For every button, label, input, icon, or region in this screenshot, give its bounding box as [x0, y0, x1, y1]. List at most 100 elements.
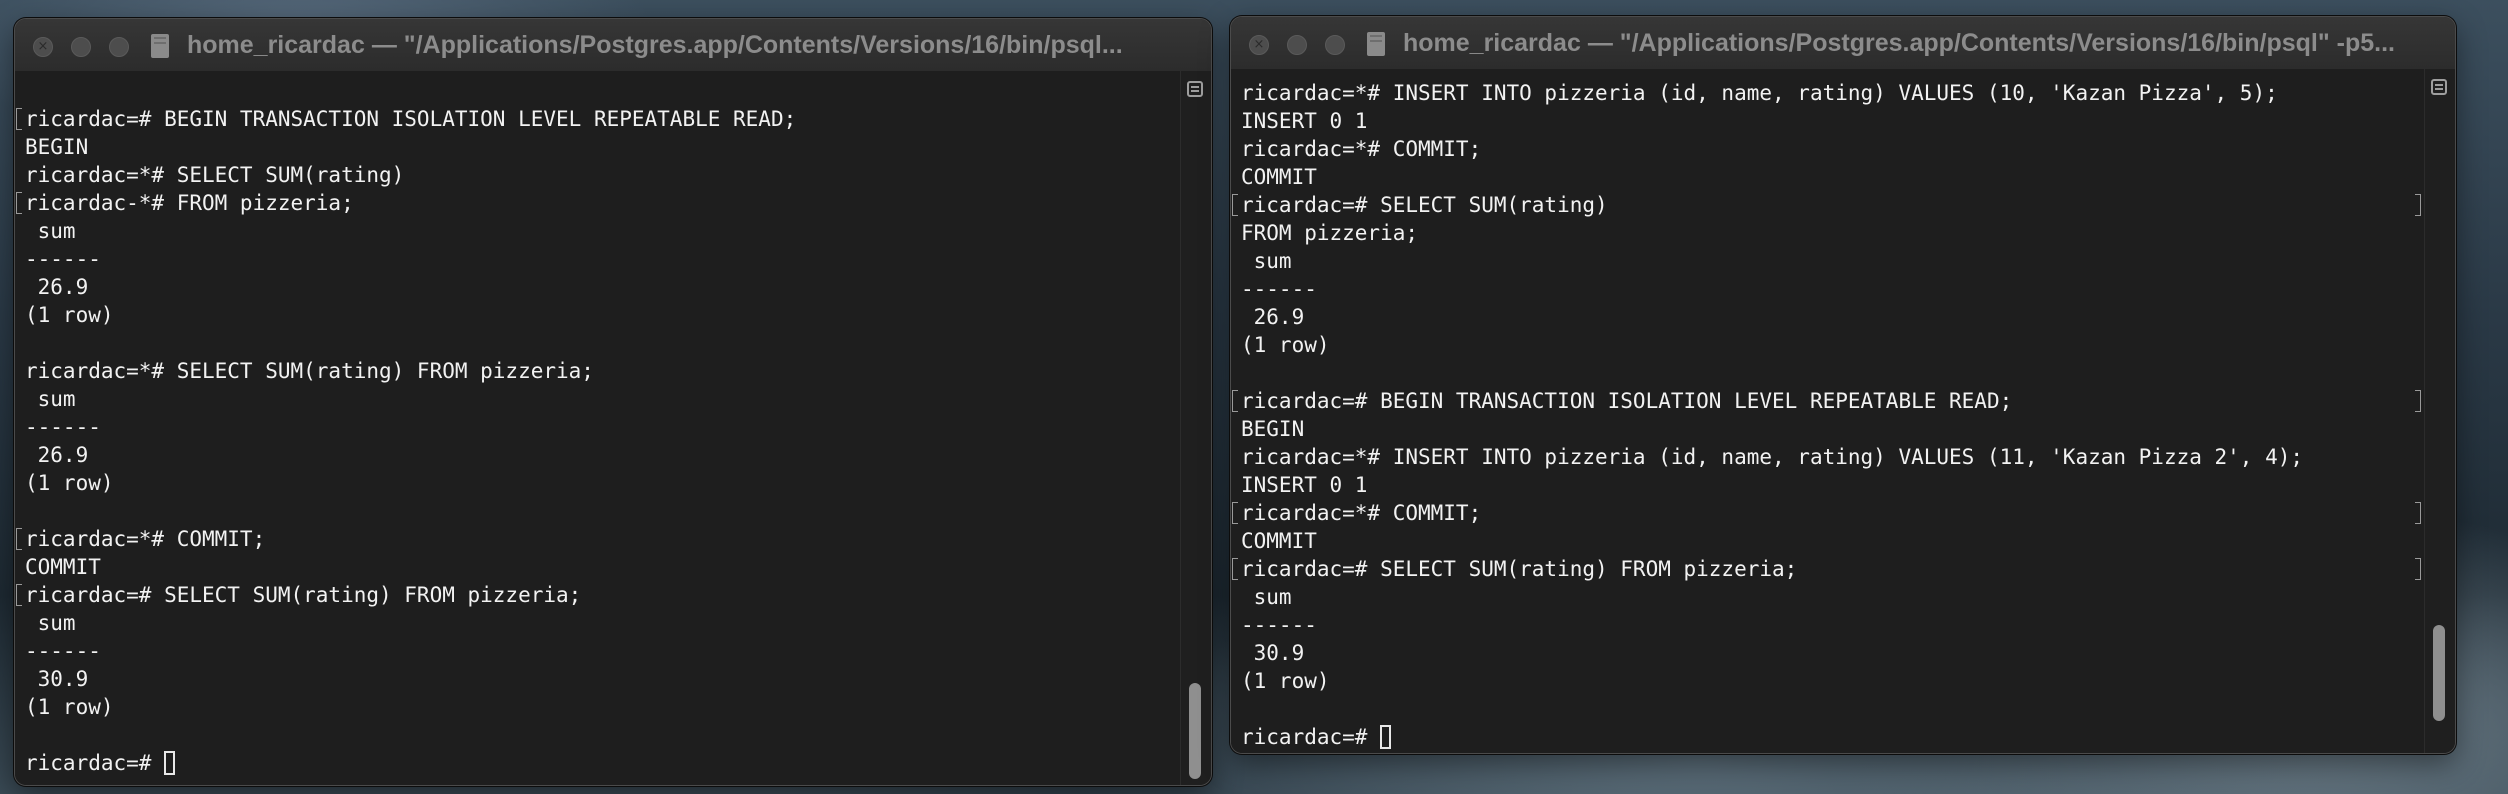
terminal-line: 26.9	[25, 273, 1181, 301]
terminal-line: (1 row)	[1241, 667, 2425, 695]
terminal-window-right[interactable]: × home_ricardac — "/Applications/Postgre…	[1230, 16, 2456, 754]
terminal-line-text: ricardac=#	[25, 751, 165, 775]
terminal-line-text: 30.9	[25, 667, 89, 691]
line-mark-end	[2415, 194, 2421, 216]
terminal-line-text: sum	[1241, 249, 1292, 273]
terminal-line-text: ricardac=*# COMMIT;	[1241, 137, 1482, 161]
scroll-menu-icon[interactable]	[2431, 79, 2447, 95]
document-icon[interactable]	[151, 34, 169, 58]
line-mark-start	[16, 584, 22, 606]
terminal-line: (1 row)	[25, 469, 1181, 497]
terminal-line-text: sum	[25, 611, 76, 635]
terminal-line-text: BEGIN	[25, 135, 89, 159]
terminal-line: ricardac=# SELECT SUM(rating)	[1241, 191, 2425, 219]
terminal-line: BEGIN	[25, 133, 1181, 161]
minimize-button[interactable]	[71, 37, 91, 57]
terminal-line: 30.9	[1241, 639, 2425, 667]
title-bar[interactable]: × home_ricardac — "/Applications/Postgre…	[1231, 17, 2455, 70]
terminal-line-text: ricardac=#	[1241, 725, 1381, 749]
terminal-line: ricardac=# BEGIN TRANSACTION ISOLATION L…	[25, 105, 1181, 133]
terminal-content[interactable]: ricardac=# BEGIN TRANSACTION ISOLATION L…	[15, 71, 1193, 785]
terminal-line: ricardac=*# COMMIT;	[1241, 499, 2425, 527]
terminal-line-text: (1 row)	[25, 303, 114, 327]
window-title: home_ricardac — "/Applications/Postgres.…	[187, 31, 1123, 59]
text-cursor	[1380, 725, 1392, 749]
terminal-line: sum	[25, 385, 1181, 413]
terminal-line-text: ------	[1241, 613, 1317, 637]
line-mark-start	[1232, 502, 1238, 524]
line-mark-end	[2415, 558, 2421, 580]
zoom-button[interactable]	[1325, 35, 1345, 55]
scrollbar-thumb[interactable]	[1189, 683, 1201, 779]
title-bar[interactable]: × home_ricardac — "/Applications/Postgre…	[15, 19, 1211, 72]
terminal-line-text: ------	[25, 247, 101, 271]
terminal-line: ------	[1241, 611, 2425, 639]
terminal-line-text: sum	[25, 387, 76, 411]
terminal-line-text: FROM pizzeria;	[1241, 221, 1419, 245]
scrollbar[interactable]	[1180, 71, 1211, 785]
document-icon[interactable]	[1367, 32, 1385, 56]
terminal-line-text: sum	[1241, 585, 1292, 609]
scroll-menu-icon[interactable]	[1187, 81, 1203, 97]
terminal-line-text: ------	[25, 415, 101, 439]
terminal-line: 26.9	[1241, 303, 2425, 331]
terminal-line-text: sum	[25, 219, 76, 243]
terminal-line: INSERT 0 1	[1241, 471, 2425, 499]
terminal-line-text: ricardac=*# COMMIT;	[1241, 501, 1482, 525]
line-mark-end	[2415, 390, 2421, 412]
terminal-line-text: ------	[25, 639, 101, 663]
scrollbar-thumb[interactable]	[2433, 625, 2445, 721]
line-mark-start	[16, 528, 22, 550]
terminal-line: ricardac=*# INSERT INTO pizzeria (id, na…	[1241, 443, 2425, 471]
terminal-line: ------	[1241, 275, 2425, 303]
line-mark-start	[1232, 194, 1238, 216]
close-icon: ×	[1253, 37, 1265, 52]
terminal-line-text: (1 row)	[25, 471, 114, 495]
terminal-line: 30.9	[25, 665, 1181, 693]
terminal-line-text: 26.9	[25, 275, 89, 299]
close-button[interactable]: ×	[1249, 35, 1269, 55]
text-cursor	[164, 751, 176, 775]
terminal-line-text: ricardac=*# SELECT SUM(rating) FROM pizz…	[25, 359, 594, 383]
terminal-line: sum	[25, 217, 1181, 245]
terminal-line: ricardac=# SELECT SUM(rating) FROM pizze…	[1241, 555, 2425, 583]
minimize-button[interactable]	[1287, 35, 1307, 55]
terminal-line: ricardac=*# SELECT SUM(rating) FROM pizz…	[25, 357, 1181, 385]
line-mark-start	[1232, 390, 1238, 412]
terminal-line: (1 row)	[1241, 331, 2425, 359]
terminal-line-text: ricardac=# BEGIN TRANSACTION ISOLATION L…	[25, 107, 797, 131]
terminal-line: INSERT 0 1	[1241, 107, 2425, 135]
line-mark-start	[16, 192, 22, 214]
close-button[interactable]: ×	[33, 37, 53, 57]
terminal-line-text: (1 row)	[25, 695, 114, 719]
terminal-line-text: INSERT 0 1	[1241, 473, 1368, 497]
terminal-line: ricardac=*# SELECT SUM(rating)	[25, 161, 1181, 189]
terminal-line: ------	[25, 637, 1181, 665]
terminal-line: 26.9	[25, 441, 1181, 469]
terminal-line: BEGIN	[1241, 415, 2425, 443]
line-mark-start	[1232, 558, 1238, 580]
terminal-line-text: ricardac=*# INSERT INTO pizzeria (id, na…	[1241, 445, 2304, 469]
terminal-line-text: ricardac=# SELECT SUM(rating) FROM pizze…	[25, 583, 582, 607]
terminal-line-text: ricardac=# SELECT SUM(rating)	[1241, 193, 1608, 217]
terminal-line: ricardac=#	[25, 749, 1181, 777]
terminal-line-text: BEGIN	[1241, 417, 1305, 441]
terminal-line-text: 30.9	[1241, 641, 1305, 665]
zoom-button[interactable]	[109, 37, 129, 57]
terminal-line-text: 26.9	[1241, 305, 1305, 329]
terminal-line: ------	[25, 245, 1181, 273]
scrollbar[interactable]	[2424, 69, 2455, 753]
terminal-line-text: 26.9	[25, 443, 89, 467]
window-title: home_ricardac — "/Applications/Postgres.…	[1403, 29, 2395, 57]
terminal-line-text: INSERT 0 1	[1241, 109, 1368, 133]
terminal-line-text: (1 row)	[1241, 669, 1330, 693]
terminal-line-text: ricardac=# BEGIN TRANSACTION ISOLATION L…	[1241, 389, 2013, 413]
terminal-window-left[interactable]: × home_ricardac — "/Applications/Postgre…	[14, 18, 1212, 786]
terminal-line-text: COMMIT	[1241, 529, 1317, 553]
terminal-content[interactable]: ricardac=*# INSERT INTO pizzeria (id, na…	[1231, 69, 2425, 753]
terminal-line: ricardac=#	[1241, 723, 2425, 751]
